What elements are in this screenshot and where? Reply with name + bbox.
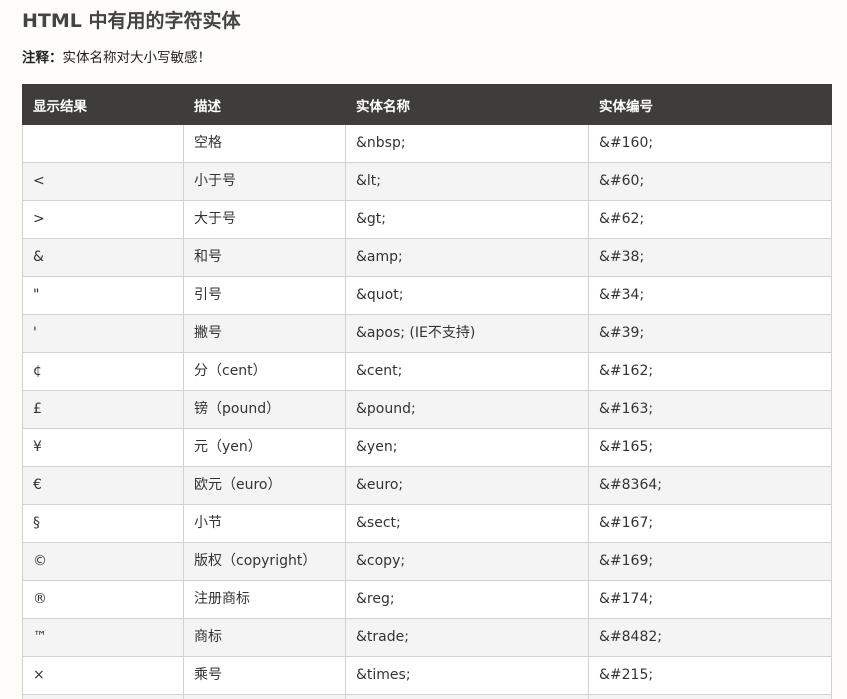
cell-entity-name: [345, 694, 589, 699]
cell-description: 分（cent）: [183, 352, 346, 391]
cell-result: <: [22, 162, 184, 201]
table-row: € 欧元（euro） &euro; &#8364;: [22, 466, 832, 505]
entity-table: 显示结果 描述 实体名称 实体编号 空格 &nbsp; &#160; < 小于号 &lt;…: [22, 84, 832, 699]
table-row: [22, 694, 832, 699]
table-row: ® 注册商标 &reg; &#174;: [22, 580, 832, 619]
cell-entity-number: &#160;: [588, 124, 832, 163]
cell-description: 注册商标: [183, 580, 346, 619]
table-row: ¢ 分（cent） &cent; &#162;: [22, 352, 832, 391]
table-row: © 版权（copyright） &copy; &#169;: [22, 542, 832, 581]
cell-entity-name: &reg;: [345, 580, 589, 619]
cell-description: 商标: [183, 618, 346, 657]
table-row: < 小于号 &lt; &#60;: [22, 162, 832, 201]
table-row: & 和号 &amp; &#38;: [22, 238, 832, 277]
header-entity-name: 实体名称: [345, 84, 589, 125]
cell-result: ¥: [22, 428, 184, 467]
cell-description: 小节: [183, 504, 346, 543]
cell-entity-name: &lt;: [345, 162, 589, 201]
cell-description: 撇号: [183, 314, 346, 353]
table-header-row: 显示结果 描述 实体名称 实体编号: [22, 84, 832, 125]
table-row: § 小节 &sect; &#167;: [22, 504, 832, 543]
cell-entity-number: &#38;: [588, 238, 832, 277]
cell-entity-name: &apos; (IE不支持): [345, 314, 589, 353]
cell-entity-number: &#62;: [588, 200, 832, 239]
cell-result: ': [22, 314, 184, 353]
cell-entity-number: &#174;: [588, 580, 832, 619]
page-title: HTML 中有用的字符实体: [22, 10, 241, 32]
note-label: 注释：: [22, 50, 63, 66]
cell-entity-name: &gt;: [345, 200, 589, 239]
table-row: × 乘号 &times; &#215;: [22, 656, 832, 695]
cell-description: 版权（copyright）: [183, 542, 346, 581]
header-entity-number: 实体编号: [588, 84, 832, 125]
header-result: 显示结果: [22, 84, 184, 125]
table-row: " 引号 &quot; &#34;: [22, 276, 832, 315]
cell-entity-name: &pound;: [345, 390, 589, 429]
cell-description: [183, 694, 346, 699]
cell-entity-number: &#8364;: [588, 466, 832, 505]
cell-entity-number: &#215;: [588, 656, 832, 695]
cell-entity-number: [588, 694, 832, 699]
cell-entity-name: &trade;: [345, 618, 589, 657]
cell-result: €: [22, 466, 184, 505]
cell-entity-name: &times;: [345, 656, 589, 695]
cell-result: ": [22, 276, 184, 315]
note: 注释：实体名称对大小写敏感！: [22, 48, 211, 68]
cell-entity-number: &#39;: [588, 314, 832, 353]
cell-result: £: [22, 390, 184, 429]
cell-description: 欧元（euro）: [183, 466, 346, 505]
cell-result: §: [22, 504, 184, 543]
cell-result: >: [22, 200, 184, 239]
cell-entity-name: &sect;: [345, 504, 589, 543]
cell-entity-number: &#8482;: [588, 618, 832, 657]
cell-description: 镑（pound）: [183, 390, 346, 429]
cell-entity-number: &#163;: [588, 390, 832, 429]
table-row: > 大于号 &gt; &#62;: [22, 200, 832, 239]
table-row: ¥ 元（yen） &yen; &#165;: [22, 428, 832, 467]
cell-entity-number: &#34;: [588, 276, 832, 315]
cell-entity-number: &#162;: [588, 352, 832, 391]
cell-entity-number: &#60;: [588, 162, 832, 201]
note-text: 实体名称对大小写敏感！: [62, 50, 212, 66]
cell-result: ×: [22, 656, 184, 695]
cell-entity-name: &quot;: [345, 276, 589, 315]
cell-entity-name: &copy;: [345, 542, 589, 581]
cell-entity-name: &nbsp;: [345, 124, 589, 163]
cell-description: 元（yen）: [183, 428, 346, 467]
table-row: 空格 &nbsp; &#160;: [22, 124, 832, 163]
cell-description: 小于号: [183, 162, 346, 201]
cell-result: [22, 694, 184, 699]
cell-result: [22, 124, 184, 163]
cell-description: 乘号: [183, 656, 346, 695]
page: HTML 中有用的字符实体 注释：实体名称对大小写敏感！ 显示结果 描述 实体名…: [0, 0, 847, 699]
table-row: £ 镑（pound） &pound; &#163;: [22, 390, 832, 429]
cell-entity-name: &cent;: [345, 352, 589, 391]
cell-result: ¢: [22, 352, 184, 391]
cell-entity-name: &amp;: [345, 238, 589, 277]
table-row: ' 撇号 &apos; (IE不支持) &#39;: [22, 314, 832, 353]
cell-entity-number: &#167;: [588, 504, 832, 543]
cell-entity-name: &yen;: [345, 428, 589, 467]
cell-description: 引号: [183, 276, 346, 315]
cell-result: &: [22, 238, 184, 277]
cell-entity-number: &#169;: [588, 542, 832, 581]
cell-result: ©: [22, 542, 184, 581]
cell-description: 大于号: [183, 200, 346, 239]
cell-result: ®: [22, 580, 184, 619]
cell-entity-number: &#165;: [588, 428, 832, 467]
cell-result: ™: [22, 618, 184, 657]
cell-entity-name: &euro;: [345, 466, 589, 505]
table-body: 空格 &nbsp; &#160; < 小于号 &lt; &#60; > 大于号 &gt; &#62;…: [22, 124, 832, 699]
header-description: 描述: [183, 84, 346, 125]
cell-description: 空格: [183, 124, 346, 163]
cell-description: 和号: [183, 238, 346, 277]
table-row: ™ 商标 &trade; &#8482;: [22, 618, 832, 657]
